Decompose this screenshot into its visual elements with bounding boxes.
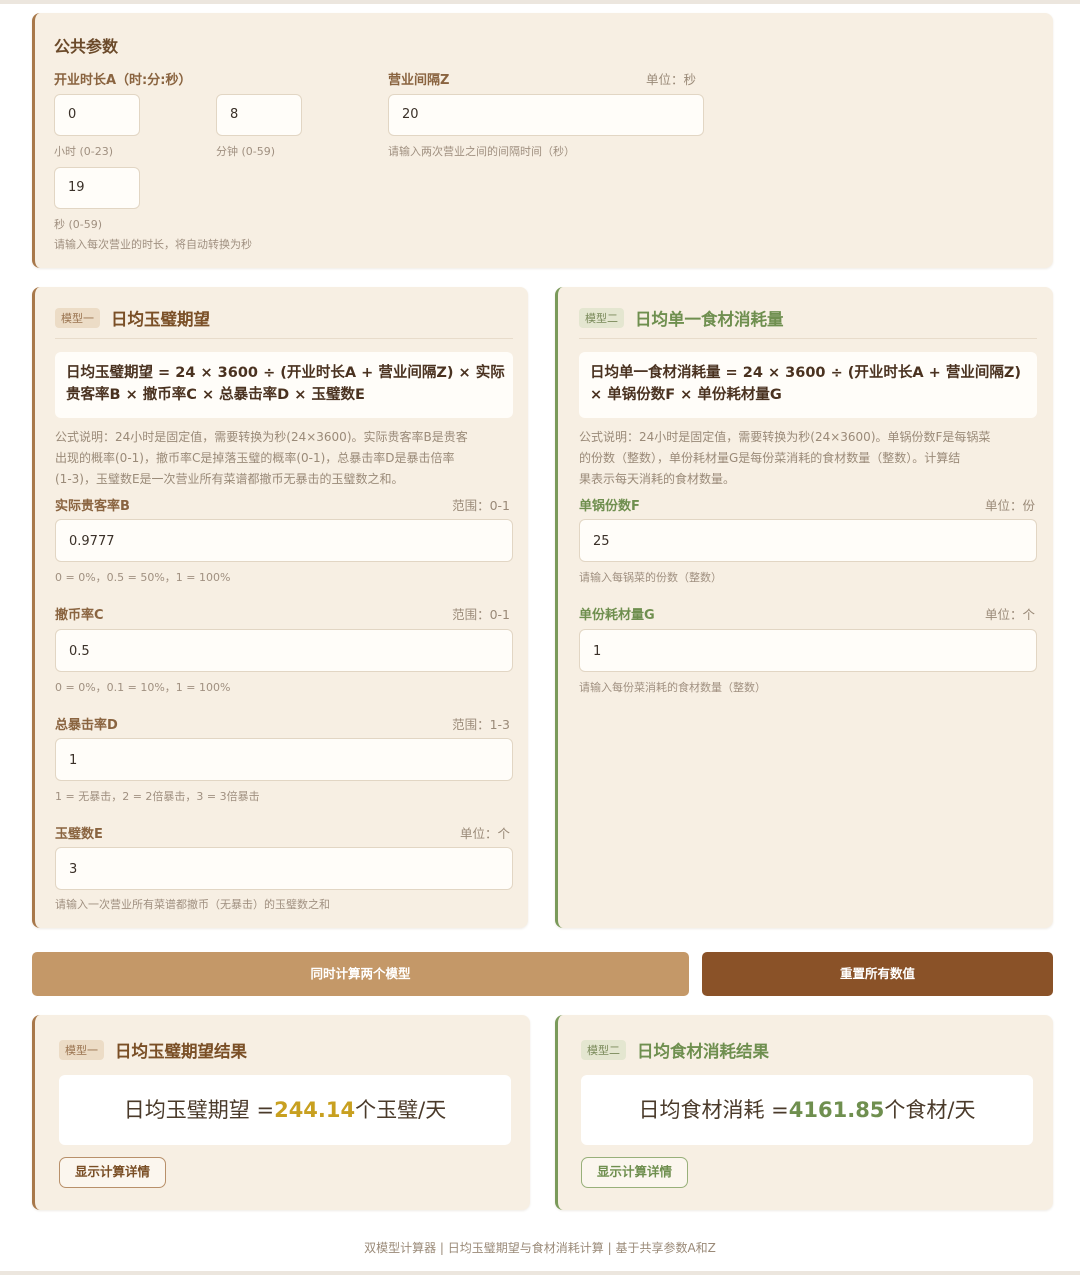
model2-badge: 模型二 bbox=[579, 308, 624, 328]
result1-details-button[interactable]: 显示计算详情 bbox=[59, 1157, 166, 1188]
model1-title: 日均玉璧期望 bbox=[111, 310, 210, 329]
common-params-card: 公共参数 开业时长A（时:分:秒） 0 小时 (0-23) 8 分钟 (0-59… bbox=[32, 13, 1053, 268]
result2-card: 模型二 日均食材消耗结果 日均食材消耗 =4161.85个食材/天 显示计算详情 bbox=[555, 1015, 1053, 1210]
top-border bbox=[0, 0, 1080, 4]
model2-formula-line1: 日均单一食材消耗量 = 24 × 3600 ÷ (开业时长A + 营业间隔Z) bbox=[590, 365, 1022, 381]
result1-suffix: 个玉璧/天 bbox=[355, 1098, 447, 1122]
jade-e-hint: 请输入一次营业所有菜谱都撤币（无暴击）的玉璧数之和 bbox=[55, 898, 330, 911]
crit-d-hint: 1 = 无暴击，2 = 2倍暴击，3 = 3倍暴击 bbox=[55, 790, 260, 803]
model2-formula-line2: × 单锅份数F × 单份耗材量G bbox=[590, 387, 782, 403]
rate-b-input[interactable]: 0.9777 bbox=[55, 519, 513, 562]
result1-value: 244.14 bbox=[274, 1098, 356, 1122]
result2-value: 4161.85 bbox=[788, 1098, 885, 1122]
material-g-unit: 单位：个 bbox=[984, 607, 1035, 622]
jade-e-unit: 单位：个 bbox=[459, 826, 510, 841]
result2-title: 日均食材消耗结果 bbox=[637, 1042, 769, 1061]
result2-prefix: 日均食材消耗 = bbox=[638, 1098, 789, 1122]
jade-e-label: 玉璧数E bbox=[55, 827, 103, 842]
hours-hint: 小时 (0-23) bbox=[54, 145, 114, 158]
model2-formula: 日均单一食材消耗量 = 24 × 3600 ÷ (开业时长A + 营业间隔Z) … bbox=[579, 352, 1037, 418]
model1-desc-line2: 出现的概率(0-1)，撤币率C是掉落玉璧的概率(0-1)，总暴击率D是暴击倍率 bbox=[55, 451, 455, 465]
model1-card: 模型一 日均玉璧期望 日均玉璧期望 = 24 × 3600 ÷ (开业时长A +… bbox=[32, 287, 528, 928]
common-params-title: 公共参数 bbox=[54, 37, 119, 56]
jade-e-input[interactable]: 3 bbox=[55, 847, 513, 890]
bottom-border bbox=[0, 1271, 1080, 1275]
crit-d-range: 范围：1-3 bbox=[452, 717, 510, 732]
model2-divider bbox=[579, 338, 1037, 339]
model2-desc-line3: 果表示每天消耗的食材数量。 bbox=[579, 472, 736, 486]
rate-c-range: 范围：0-1 bbox=[452, 607, 510, 622]
material-g-label: 单份耗材量G bbox=[579, 608, 655, 623]
result1-badge: 模型一 bbox=[59, 1040, 104, 1060]
duration-label: 开业时长A（时:分:秒） bbox=[54, 73, 192, 88]
minutes-input[interactable]: 8 bbox=[216, 94, 302, 136]
model1-desc-line3: (1-3)，玉璧数E是一次营业所有菜谱都撤币无暴击的玉璧数之和。 bbox=[55, 472, 404, 486]
result1-display: 日均玉璧期望 =244.14个玉璧/天 bbox=[59, 1075, 511, 1145]
interval-input[interactable]: 20 bbox=[388, 94, 704, 136]
model2-desc-line1: 公式说明：24小时是固定值，需要转换为秒(24×3600)。单锅份数F是每锅菜 bbox=[579, 430, 991, 444]
result2-details-button[interactable]: 显示计算详情 bbox=[581, 1157, 688, 1188]
crit-d-label: 总暴击率D bbox=[55, 718, 118, 733]
portions-f-input[interactable]: 25 bbox=[579, 519, 1037, 562]
portions-f-unit: 单位：份 bbox=[984, 498, 1035, 513]
reset-all-button[interactable]: 重置所有数值 bbox=[702, 952, 1053, 996]
interval-label: 营业间隔Z bbox=[388, 73, 450, 88]
result1-card: 模型一 日均玉璧期望结果 日均玉璧期望 =244.14个玉璧/天 显示计算详情 bbox=[32, 1015, 530, 1210]
result1-title: 日均玉璧期望结果 bbox=[115, 1042, 247, 1061]
rate-c-hint: 0 = 0%，0.1 = 10%，1 = 100% bbox=[55, 681, 231, 694]
footer-text: 双模型计算器 | 日均玉璧期望与食材消耗计算 | 基于共享参数A和Z bbox=[364, 1241, 716, 1255]
model1-desc-line1: 公式说明：24小时是固定值，需要转换为秒(24×3600)。实际贵客率B是贵客 bbox=[55, 430, 468, 444]
model1-description: 公式说明：24小时是固定值，需要转换为秒(24×3600)。实际贵客率B是贵客 … bbox=[55, 427, 515, 490]
model1-badge: 模型一 bbox=[55, 308, 100, 328]
seconds-input[interactable]: 19 bbox=[54, 167, 140, 209]
result2-badge: 模型二 bbox=[581, 1040, 626, 1060]
result1-prefix: 日均玉璧期望 = bbox=[123, 1098, 275, 1122]
material-g-hint: 请输入每份菜消耗的食材数量（整数） bbox=[579, 681, 766, 694]
rate-c-input[interactable]: 0.5 bbox=[55, 629, 513, 672]
model2-card: 模型二 日均单一食材消耗量 日均单一食材消耗量 = 24 × 3600 ÷ (开… bbox=[555, 287, 1053, 928]
rate-b-range: 范围：0-1 bbox=[452, 498, 510, 513]
model2-title: 日均单一食材消耗量 bbox=[635, 310, 784, 329]
model2-description: 公式说明：24小时是固定值，需要转换为秒(24×3600)。单锅份数F是每锅菜 … bbox=[579, 427, 1039, 490]
portions-f-label: 单锅份数F bbox=[579, 499, 640, 514]
minutes-hint: 分钟 (0-59) bbox=[216, 145, 276, 158]
interval-unit: 单位：秒 bbox=[646, 72, 697, 87]
result2-suffix: 个食材/天 bbox=[884, 1098, 976, 1122]
material-g-input[interactable]: 1 bbox=[579, 629, 1037, 672]
calculate-both-button[interactable]: 同时计算两个模型 bbox=[32, 952, 689, 996]
rate-c-label: 撤币率C bbox=[55, 608, 104, 623]
model1-formula: 日均玉璧期望 = 24 × 3600 ÷ (开业时长A + 营业间隔Z) × 实… bbox=[55, 352, 513, 418]
hours-input[interactable]: 0 bbox=[54, 94, 140, 136]
rate-b-label: 实际贵客率B bbox=[55, 499, 130, 514]
result2-display: 日均食材消耗 =4161.85个食材/天 bbox=[581, 1075, 1033, 1145]
rate-b-hint: 0 = 0%，0.5 = 50%，1 = 100% bbox=[55, 571, 231, 584]
model1-formula-line1: 日均玉璧期望 = 24 × 3600 ÷ (开业时长A + 营业间隔Z) × 实… bbox=[66, 365, 505, 381]
portions-f-hint: 请输入每锅菜的份数（整数） bbox=[579, 571, 722, 584]
duration-hint: 请输入每次营业的时长，将自动转换为秒 bbox=[54, 238, 252, 251]
model1-divider bbox=[55, 338, 513, 339]
model1-formula-line2: 贵客率B × 撤币率C × 总暴击率D × 玉璧数E bbox=[66, 387, 365, 403]
crit-d-input[interactable]: 1 bbox=[55, 738, 513, 781]
seconds-hint: 秒 (0-59) bbox=[54, 218, 103, 231]
model2-desc-line2: 的份数（整数），单份耗材量G是每份菜消耗的食材数量（整数）。计算结 bbox=[579, 451, 961, 465]
interval-hint: 请输入两次营业之间的间隔时间（秒） bbox=[388, 145, 575, 158]
